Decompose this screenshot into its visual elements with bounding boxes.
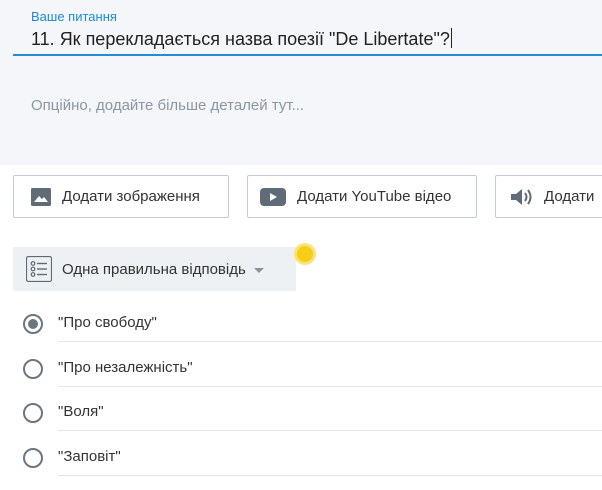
question-text[interactable]: 11. Як перекладається назва поезії "De L… [31,28,452,50]
answer-underline [58,386,602,387]
answer-option-1: "Про свободу" [23,312,602,342]
add-youtube-label: Додати YouTube відео [297,188,452,205]
caret-down-icon [253,267,264,273]
question-editor: Ваше питання 11. Як перекладається назва… [0,0,602,490]
answer-underline [58,430,602,431]
answer-radio-3[interactable] [23,403,43,423]
answer-text-1[interactable]: "Про свободу" [58,314,157,331]
answer-text-2[interactable]: "Про незалежність" [58,359,193,376]
answer-underline [58,341,602,342]
youtube-icon [260,187,286,206]
answer-radio-1[interactable] [23,314,43,334]
answer-radio-4[interactable] [23,448,43,468]
answer-underline [58,475,602,476]
question-input[interactable]: 11. Як перекладається назва поезії "De L… [13,26,602,56]
answer-option-3: "Воля" [23,401,602,431]
answer-radio-2[interactable] [23,359,43,379]
speaker-icon [511,188,533,206]
text-caret [450,28,452,48]
add-youtube-button[interactable]: Додати YouTube відео [247,175,477,218]
question-label: Ваше питання [31,9,117,24]
list-icon [26,256,52,282]
answer-type-label: Одна правильна відповідь [62,260,246,278]
answer-option-2: "Про незалежність" [23,357,602,387]
answer-text-4[interactable]: "Заповіт" [58,448,121,465]
image-icon [31,187,51,206]
add-image-label: Додати зображення [62,188,200,205]
add-audio-button[interactable]: Додати [495,175,602,218]
answer-type-dropdown[interactable]: Одна правильна відповідь [13,247,296,291]
add-image-button[interactable]: Додати зображення [13,175,229,218]
question-text-value: 11. Як перекладається назва поезії "De L… [31,29,450,49]
answer-text-3[interactable]: "Воля" [58,403,104,420]
details-input[interactable]: Опційно, додайте більше деталей тут... [31,97,304,114]
answer-option-4: "Заповіт" [23,446,602,476]
question-panel: Ваше питання 11. Як перекладається назва… [0,0,602,165]
highlight-marker [294,243,316,265]
add-audio-label: Додати [544,188,595,205]
